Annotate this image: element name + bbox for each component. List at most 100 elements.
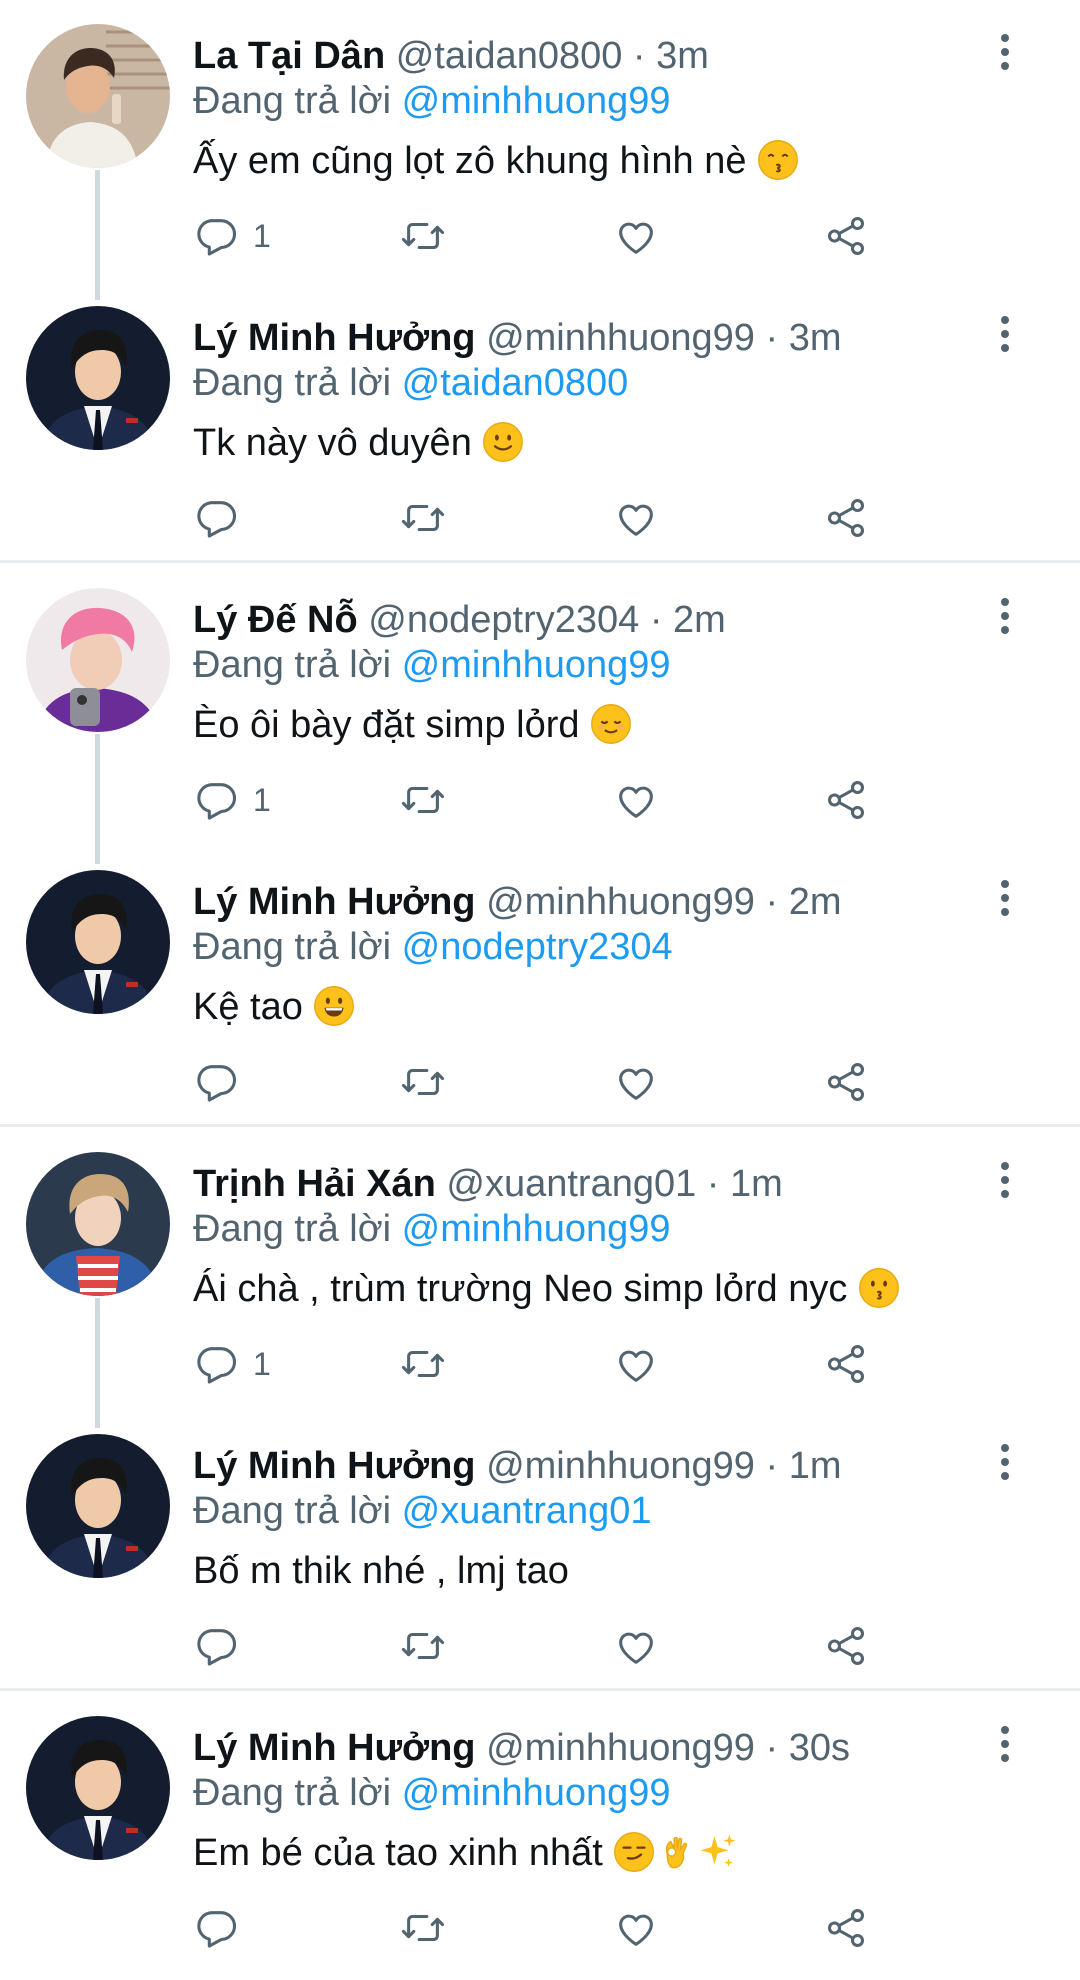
tweet-text: Bố m thik nhé , lmj tao	[193, 1546, 569, 1596]
avatar[interactable]	[26, 588, 170, 732]
retweet-button[interactable]	[400, 206, 446, 266]
share-button[interactable]	[823, 488, 869, 548]
user-handle[interactable]: @minhhuong99	[486, 881, 755, 923]
reply-count: 1	[253, 1345, 271, 1382]
display-name[interactable]: Lý Minh Hưởng	[193, 1727, 476, 1769]
mention-link[interactable]: @xuantrang01	[402, 1490, 652, 1532]
display-name[interactable]: Lý Đế Nỗ	[193, 599, 358, 641]
reply-button[interactable]: 1	[193, 1334, 271, 1394]
reply-icon	[193, 495, 239, 541]
reply-button[interactable]	[193, 1616, 253, 1676]
mention-link[interactable]: @minhhuong99	[402, 80, 671, 122]
avatar[interactable]	[26, 1434, 170, 1578]
tweet[interactable]: La Tại Dân @taidan0800 · 3m Đang trả lời …	[0, 8, 1080, 288]
mention-link[interactable]: @minhhuong99	[402, 1208, 671, 1250]
mention-link[interactable]: @minhhuong99	[402, 644, 671, 686]
more-icon[interactable]	[990, 30, 1020, 74]
retweet-button[interactable]	[400, 1052, 446, 1112]
retweet-button[interactable]	[400, 488, 446, 548]
display-name[interactable]: Lý Minh Hưởng	[193, 881, 476, 923]
dot-separator: ·	[622, 35, 657, 77]
tweet[interactable]: Lý Minh Hưởng @minhhuong99 · 1m Đang trả …	[0, 1418, 1080, 1698]
timestamp[interactable]: 30s	[789, 1727, 850, 1769]
reply-button[interactable]: 1	[193, 770, 271, 830]
replying-to-label: Đang trả lời	[193, 362, 392, 404]
tweet-text: Ấy em cũng lọt zô khung hình nè	[193, 136, 799, 186]
avatar[interactable]	[26, 870, 170, 1014]
user-handle[interactable]: @nodeptry2304	[368, 599, 639, 641]
reply-icon	[193, 777, 239, 823]
share-icon	[823, 1341, 869, 1387]
like-button[interactable]	[613, 1616, 659, 1676]
share-button[interactable]	[823, 1616, 869, 1676]
reply-button[interactable]: 1	[193, 206, 271, 266]
user-handle[interactable]: @taidan0800	[396, 35, 623, 77]
more-icon[interactable]	[990, 312, 1020, 356]
reply-count: 1	[253, 217, 271, 254]
tweet-actions	[0, 1052, 1080, 1112]
avatar[interactable]	[26, 24, 170, 168]
tweet-text: Ái chà , trùm trường Neo simp lỏrd nyc	[193, 1264, 900, 1314]
avatar[interactable]	[26, 306, 170, 450]
timestamp[interactable]: 2m	[789, 881, 842, 923]
share-icon	[823, 1905, 869, 1951]
like-button[interactable]	[613, 488, 659, 548]
timestamp[interactable]: 1m	[789, 1445, 842, 1487]
share-button[interactable]	[823, 1052, 869, 1112]
tweet[interactable]: Lý Minh Hưởng @minhhuong99 · 30s Đang trả…	[0, 1700, 1080, 1980]
tweet[interactable]: Trịnh Hải Xán @xuantrang01 · 1m Đang trả …	[0, 1136, 1080, 1416]
tweet-actions	[0, 488, 1080, 548]
mention-link[interactable]: @minhhuong99	[402, 1772, 671, 1814]
like-button[interactable]	[613, 1052, 659, 1112]
avatar[interactable]	[26, 1716, 170, 1860]
user-handle[interactable]: @minhhuong99	[486, 1727, 755, 1769]
timestamp[interactable]: 2m	[673, 599, 726, 641]
tweet-header: Lý Minh Hưởng @minhhuong99 · 30s	[193, 1724, 850, 1772]
display-name[interactable]: Trịnh Hải Xán	[193, 1163, 436, 1205]
more-icon[interactable]	[990, 1158, 1020, 1202]
timestamp[interactable]: 3m	[656, 35, 709, 77]
like-button[interactable]	[613, 770, 659, 830]
like-button[interactable]	[613, 1898, 659, 1958]
replying-to: Đang trả lời @nodeptry2304	[193, 924, 673, 970]
replying-to-label: Đang trả lời	[193, 926, 392, 968]
mention-link[interactable]: @taidan0800	[402, 362, 629, 404]
like-button[interactable]	[613, 206, 659, 266]
relieved-emoji	[590, 703, 632, 745]
retweet-button[interactable]	[400, 1334, 446, 1394]
reply-button[interactable]	[193, 1052, 253, 1112]
user-handle[interactable]: @xuantrang01	[446, 1163, 696, 1205]
more-icon[interactable]	[990, 876, 1020, 920]
share-button[interactable]	[823, 1898, 869, 1958]
tweet[interactable]: Lý Đế Nỗ @nodeptry2304 · 2m Đang trả lời …	[0, 572, 1080, 852]
display-name[interactable]: La Tại Dân	[193, 35, 385, 77]
retweet-button[interactable]	[400, 1898, 446, 1958]
tweet-actions	[0, 1616, 1080, 1676]
share-button[interactable]	[823, 206, 869, 266]
tweet[interactable]: Lý Minh Hưởng @minhhuong99 · 2m Đang trả …	[0, 854, 1080, 1134]
avatar[interactable]	[26, 1152, 170, 1296]
display-name[interactable]: Lý Minh Hưởng	[193, 1445, 476, 1487]
user-handle[interactable]: @minhhuong99	[486, 1445, 755, 1487]
reply-button[interactable]	[193, 488, 253, 548]
share-icon	[823, 495, 869, 541]
like-button[interactable]	[613, 1334, 659, 1394]
kissing-smiling-eyes-emoji	[757, 139, 799, 181]
share-button[interactable]	[823, 1334, 869, 1394]
timestamp[interactable]: 3m	[789, 317, 842, 359]
more-icon[interactable]	[990, 1722, 1020, 1766]
reply-button[interactable]	[193, 1898, 253, 1958]
retweet-icon	[400, 1905, 446, 1951]
share-button[interactable]	[823, 770, 869, 830]
tweet-header: Lý Minh Hưởng @minhhuong99 · 3m	[193, 314, 842, 362]
mention-link[interactable]: @nodeptry2304	[402, 926, 673, 968]
tweet[interactable]: Lý Minh Hưởng @minhhuong99 · 3m Đang trả …	[0, 290, 1080, 570]
retweet-button[interactable]	[400, 770, 446, 830]
user-handle[interactable]: @minhhuong99	[486, 317, 755, 359]
retweet-button[interactable]	[400, 1616, 446, 1676]
display-name[interactable]: Lý Minh Hưởng	[193, 317, 476, 359]
replying-to: Đang trả lời @minhhuong99	[193, 1770, 671, 1816]
more-icon[interactable]	[990, 594, 1020, 638]
timestamp[interactable]: 1m	[730, 1163, 783, 1205]
more-icon[interactable]	[990, 1440, 1020, 1484]
